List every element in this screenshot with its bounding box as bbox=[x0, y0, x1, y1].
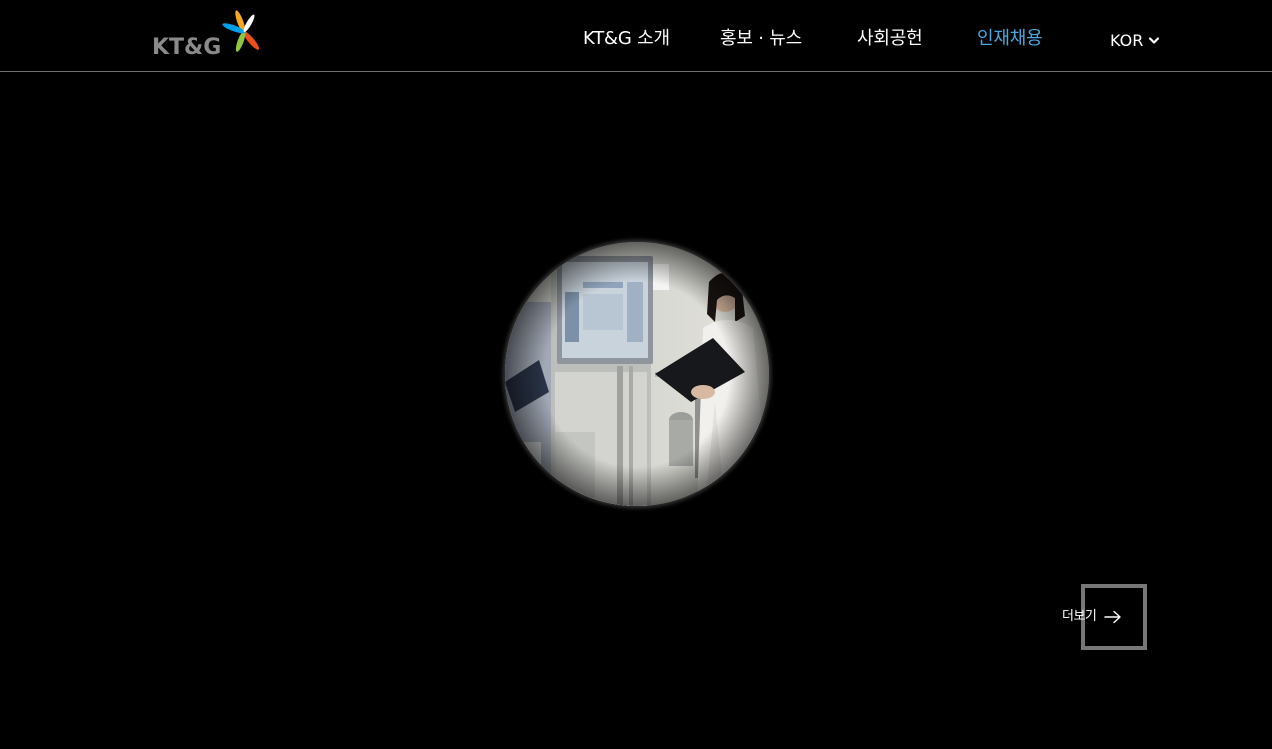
main-nav: KT&G 소개 홍보 · 뉴스 사회공헌 인재채용 bbox=[0, 0, 1272, 72]
language-selector[interactable]: KOR bbox=[1110, 29, 1160, 53]
nav-item-about[interactable]: KT&G 소개 bbox=[583, 27, 670, 51]
chevron-down-icon bbox=[1149, 37, 1160, 44]
more-button[interactable]: 더보기 bbox=[1062, 584, 1152, 650]
language-label: KOR bbox=[1110, 31, 1144, 50]
nav-item-careers[interactable]: 인재채용 bbox=[977, 27, 1043, 51]
nav-item-news[interactable]: 홍보 · 뉴스 bbox=[720, 27, 802, 51]
page: KT&G KT&G 소개 홍보 · 뉴스 사회공헌 인재채용 KOR 더보기 bbox=[0, 0, 1272, 749]
arrow-right-icon bbox=[1104, 610, 1121, 624]
site-header: KT&G KT&G 소개 홍보 · 뉴스 사회공헌 인재채용 KOR bbox=[0, 0, 1272, 72]
hero-video bbox=[505, 242, 769, 506]
lab-scene-image bbox=[505, 242, 769, 506]
more-button-label: 더보기 bbox=[1062, 609, 1097, 624]
nav-item-social-contribution[interactable]: 사회공헌 bbox=[857, 27, 923, 51]
